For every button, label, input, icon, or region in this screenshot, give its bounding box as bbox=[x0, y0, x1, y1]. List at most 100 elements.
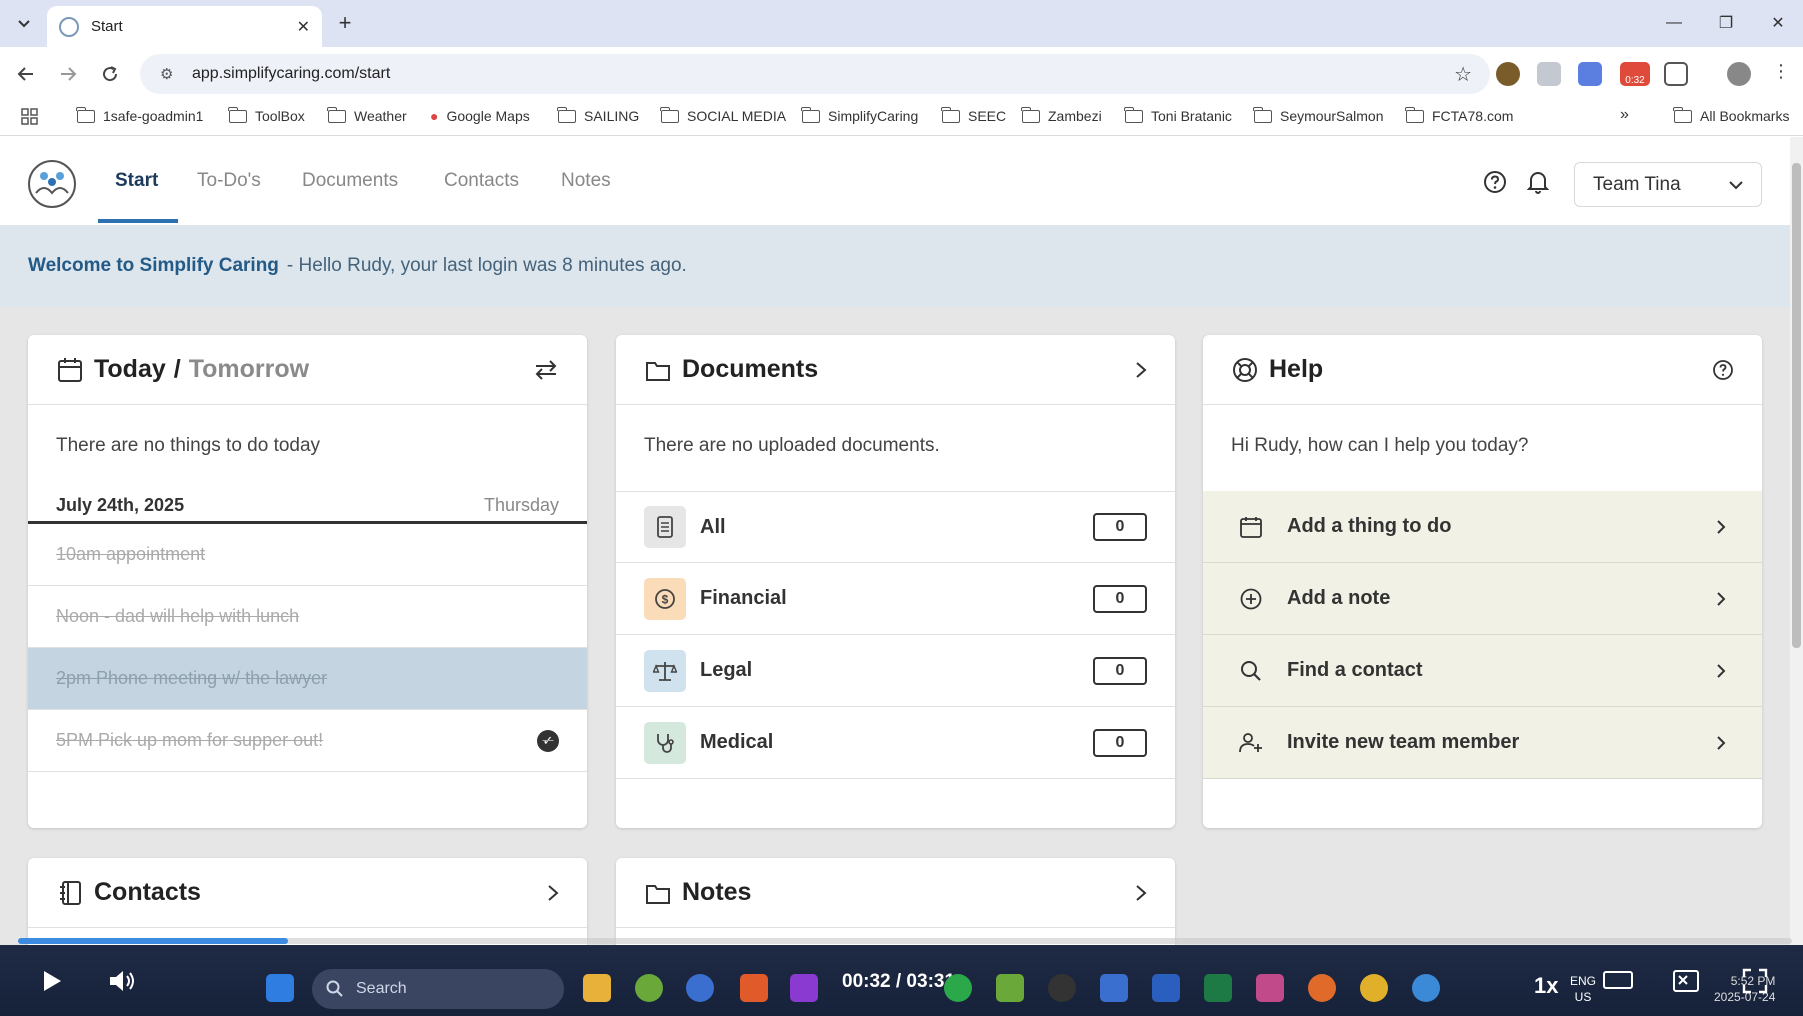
document-category-all[interactable]: All 0 bbox=[616, 491, 1175, 563]
chevron-right-icon[interactable] bbox=[1135, 884, 1147, 902]
folder-icon bbox=[1673, 106, 1692, 123]
video-player-controls: Search 00:32 / 03:31 1x ENG US 5:52 PM 2… bbox=[0, 945, 1803, 1016]
playback-speed[interactable]: 1x bbox=[1534, 973, 1558, 999]
file-explorer-icon[interactable] bbox=[583, 974, 611, 1002]
firefox-icon[interactable] bbox=[1308, 974, 1336, 1002]
documents-card-header[interactable]: Documents bbox=[616, 335, 1175, 405]
notes-card-header[interactable]: Notes bbox=[616, 858, 1175, 928]
close-window-button[interactable]: ✕ bbox=[1763, 10, 1793, 36]
document-category-legal[interactable]: Legal 0 bbox=[616, 635, 1175, 707]
bookmark-item[interactable]: SeymourSalmon bbox=[1253, 106, 1384, 124]
team-selector[interactable]: Team Tina bbox=[1574, 162, 1762, 207]
volume-button[interactable] bbox=[104, 963, 140, 999]
chevron-right-icon[interactable] bbox=[1135, 361, 1147, 379]
bookmark-item[interactable]: SAILING bbox=[557, 106, 639, 124]
minimize-button[interactable]: — bbox=[1659, 10, 1689, 36]
forward-button[interactable] bbox=[53, 59, 83, 89]
bookmark-item[interactable]: FCTA78.com bbox=[1405, 106, 1513, 124]
slack-icon[interactable] bbox=[1256, 974, 1284, 1002]
restore-button[interactable]: ❐ bbox=[1711, 10, 1741, 36]
excel-icon[interactable] bbox=[1204, 974, 1232, 1002]
tomorrow-tab[interactable]: Tomorrow bbox=[189, 355, 309, 384]
app-icon[interactable] bbox=[1412, 974, 1440, 1002]
url-bar[interactable]: ⚙ app.simplifycaring.com/start ☆ bbox=[140, 54, 1490, 94]
app-icon[interactable] bbox=[996, 974, 1024, 1002]
bookmark-item[interactable]: Zambezi bbox=[1021, 106, 1102, 124]
checkmark-icon[interactable]: ✓ bbox=[537, 729, 559, 752]
bookmark-item[interactable]: 1safe-goadmin1 bbox=[76, 106, 203, 124]
simplify-caring-logo[interactable] bbox=[27, 159, 77, 209]
help-info-button[interactable] bbox=[1712, 359, 1734, 381]
bookmark-item[interactable]: Weather bbox=[327, 106, 407, 124]
back-button[interactable] bbox=[11, 59, 41, 89]
tab-search-button[interactable] bbox=[10, 10, 38, 36]
video-progress-bar[interactable] bbox=[18, 938, 1792, 944]
bookmark-item[interactable]: SOCIAL MEDIA bbox=[660, 106, 786, 124]
day-header: July 24th, 2025 Thursday bbox=[28, 490, 587, 524]
extension-icon[interactable] bbox=[1496, 62, 1520, 86]
nav-tab-documents[interactable]: Documents bbox=[302, 170, 398, 192]
bookmark-item[interactable]: SimplifyCaring bbox=[801, 106, 918, 124]
taskbar-search[interactable]: Search bbox=[312, 969, 564, 1009]
site-info-icon[interactable]: ⚙ bbox=[160, 65, 178, 83]
play-button[interactable] bbox=[34, 963, 70, 999]
camera-extension-icon[interactable] bbox=[1537, 62, 1561, 86]
bookmark-label: Zambezi bbox=[1048, 108, 1102, 124]
more-bookmarks-button[interactable]: » bbox=[1620, 106, 1629, 124]
scrollbar-thumb[interactable] bbox=[1792, 163, 1801, 648]
media-player-icon[interactable] bbox=[1048, 974, 1076, 1002]
picture-in-picture-icon[interactable] bbox=[1668, 963, 1704, 999]
todo-item[interactable]: Noon - dad will help with lunch bbox=[28, 586, 587, 648]
chrome-icon[interactable] bbox=[1360, 974, 1388, 1002]
app-icon[interactable] bbox=[686, 974, 714, 1002]
todo-item[interactable]: 5PM Pick up mom for supper out! ✓ bbox=[28, 710, 587, 772]
tab-title: Start bbox=[91, 18, 123, 35]
profile-avatar[interactable] bbox=[1727, 62, 1751, 86]
help-action-add-todo[interactable]: Add a thing to do bbox=[1203, 491, 1762, 563]
todo-item[interactable]: 2pm Phone meeting w/ the lawyer bbox=[28, 648, 587, 710]
close-tab-icon[interactable]: ✕ bbox=[297, 17, 310, 37]
puzzle-extensions-icon[interactable] bbox=[1664, 62, 1688, 86]
fullscreen-button[interactable] bbox=[1737, 963, 1773, 999]
help-button[interactable] bbox=[1482, 169, 1508, 195]
all-bookmarks-button[interactable]: All Bookmarks bbox=[1673, 106, 1789, 124]
help-action-find-contact[interactable]: Find a contact bbox=[1203, 635, 1762, 707]
translate-extension-icon[interactable] bbox=[1578, 62, 1602, 86]
help-action-invite-member[interactable]: Invite new team member bbox=[1203, 707, 1762, 779]
document-category-financial[interactable]: $ Financial 0 bbox=[616, 563, 1175, 635]
nav-tab-start[interactable]: Start bbox=[115, 170, 158, 192]
bookmark-star-icon[interactable]: ☆ bbox=[1454, 62, 1472, 87]
page-scrollbar[interactable] bbox=[1790, 137, 1803, 945]
todo-item[interactable]: 10am appointment bbox=[28, 524, 587, 586]
document-category-medical[interactable]: Medical 0 bbox=[616, 707, 1175, 779]
today-tab[interactable]: Today bbox=[94, 355, 166, 384]
app-icon[interactable] bbox=[635, 974, 663, 1002]
bookmark-item[interactable]: Toni Bratanic bbox=[1124, 106, 1232, 124]
search-icon bbox=[326, 980, 343, 997]
chevron-right-icon[interactable] bbox=[547, 884, 559, 902]
display-icon[interactable] bbox=[1600, 963, 1636, 999]
word-icon[interactable] bbox=[1152, 974, 1180, 1002]
bookmark-item[interactable]: SEEC bbox=[941, 106, 1006, 124]
contacts-card-header[interactable]: Contacts bbox=[28, 858, 587, 928]
help-action-add-note[interactable]: Add a note bbox=[1203, 563, 1762, 635]
bookmark-item[interactable]: ToolBox bbox=[228, 106, 305, 124]
windows-start-icon[interactable] bbox=[266, 974, 294, 1002]
apps-grid-icon[interactable] bbox=[21, 108, 39, 126]
bookmark-item[interactable]: ● Google Maps bbox=[430, 108, 530, 124]
browser-menu-icon[interactable]: ⋮ bbox=[1772, 62, 1790, 86]
whatsapp-icon[interactable] bbox=[944, 974, 972, 1002]
reload-button[interactable] bbox=[95, 59, 125, 89]
nav-tab-todos[interactable]: To-Do's bbox=[197, 170, 261, 192]
app-icon[interactable] bbox=[740, 974, 768, 1002]
language-indicator[interactable]: ENG US bbox=[1570, 973, 1596, 1005]
app-icon[interactable] bbox=[790, 974, 818, 1002]
nav-tab-notes[interactable]: Notes bbox=[561, 170, 611, 192]
new-tab-button[interactable]: + bbox=[332, 10, 358, 36]
recorder-extension-icon[interactable]: 0:32 bbox=[1620, 62, 1650, 86]
notepad-icon[interactable] bbox=[1100, 974, 1128, 1002]
swap-day-button[interactable] bbox=[533, 359, 559, 380]
notifications-button[interactable] bbox=[1525, 169, 1551, 195]
nav-tab-contacts[interactable]: Contacts bbox=[444, 170, 519, 192]
browser-tab-start[interactable]: Start ✕ bbox=[47, 6, 322, 47]
